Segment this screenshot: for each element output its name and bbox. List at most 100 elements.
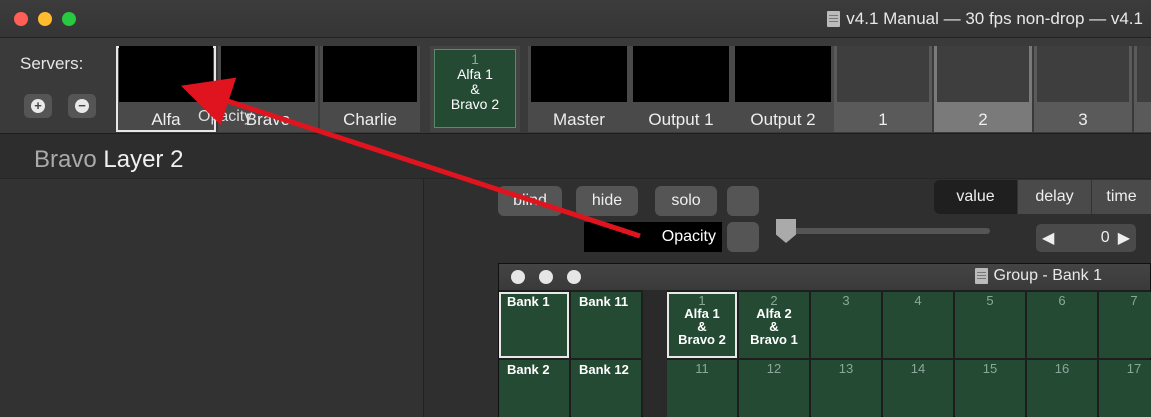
group-window-titlebar: Group - Bank 1 [499, 264, 1150, 290]
cue-number: 3 [1078, 110, 1088, 129]
group-line: Alfa 1 [457, 66, 493, 82]
bank-separator [643, 290, 667, 417]
group-window: Group - Bank 1 Bank 1 Bank 11 Bank 2 Ban… [498, 263, 1151, 417]
group-cell-number: 17 [1126, 361, 1142, 376]
group-tile-content: 1 Alfa 1 & Bravo 2 [434, 49, 516, 128]
stepper-value: 0 [1100, 229, 1110, 246]
dragged-parameter-label: Opacity [198, 108, 253, 125]
group-window-minimize-button[interactable] [539, 270, 553, 284]
server-thumbnail [119, 46, 213, 102]
window-title: v4.1 Manual — 30 fps non-drop — v4.1 [827, 9, 1143, 29]
group-cell[interactable]: 13 [811, 360, 881, 417]
decrement-icon[interactable]: ◀ [1042, 228, 1054, 248]
server-thumbnail [221, 46, 315, 102]
group-cell-label: Bravo 1 [750, 332, 798, 347]
bank-12[interactable]: Bank 12 [571, 360, 641, 417]
server-thumbnail [323, 46, 417, 102]
remove-server-button[interactable]: − [68, 94, 96, 118]
group-cell[interactable]: 16 [1027, 360, 1097, 417]
window-title-text: v4.1 Manual — 30 fps non-drop — v4.1 [846, 9, 1143, 28]
group-cell[interactable]: 14 [883, 360, 953, 417]
blind-button[interactable]: blind [498, 186, 562, 216]
bank-2[interactable]: Bank 2 [499, 360, 569, 417]
cue-thumbnail [837, 46, 929, 102]
output-tile-master[interactable]: Master [528, 46, 630, 132]
group-cell[interactable]: 12 [739, 360, 809, 417]
group-cell[interactable]: 2 Alfa 2 & Bravo 1 [739, 292, 809, 358]
group-tile[interactable]: 1 Alfa 1 & Bravo 2 [430, 46, 520, 132]
cue-tile-3[interactable]: 3 [1034, 46, 1132, 132]
group-cell-number: 15 [982, 361, 998, 376]
parameter-toggle[interactable] [727, 222, 759, 252]
minimize-window-button[interactable] [38, 12, 52, 26]
group-line: Bravo 2 [450, 96, 500, 112]
output-tile-2[interactable]: Output 2 [732, 46, 834, 132]
add-server-button[interactable]: + [24, 94, 52, 118]
group-cell-number: 6 [1058, 293, 1066, 308]
group-cell-number: 7 [1130, 293, 1138, 308]
cue-number: 2 [978, 110, 988, 129]
parameter-field[interactable]: Opacity [584, 222, 722, 252]
tab-delay[interactable]: delay [1018, 180, 1092, 214]
document-icon [827, 11, 841, 27]
group-number: 1 [471, 51, 479, 67]
value-stepper[interactable]: ◀ 0 ▶ [1036, 224, 1136, 252]
left-panel [0, 178, 424, 417]
group-cell-number: 12 [766, 361, 782, 376]
tab-time[interactable]: time [1092, 180, 1151, 214]
layer-server-name: Bravo [34, 146, 97, 173]
group-window-zoom-button[interactable] [567, 270, 581, 284]
group-cell-number: 14 [910, 361, 926, 376]
group-cell[interactable]: 3 [811, 292, 881, 358]
output-tile-1[interactable]: Output 1 [630, 46, 732, 132]
extra-toggle-button[interactable] [727, 186, 759, 216]
layer-name: Layer 2 [103, 146, 184, 173]
tab-value[interactable]: value [934, 180, 1018, 214]
cue-tile-2[interactable]: 2 [934, 46, 1032, 132]
output-thumbnail [633, 46, 729, 102]
group-window-title: Group - Bank 1 [974, 267, 1103, 285]
cue-tile-1[interactable]: 1 [834, 46, 932, 132]
server-name: Charlie [343, 110, 397, 129]
minus-icon: − [75, 99, 89, 113]
group-cell[interactable]: 15 [955, 360, 1025, 417]
group-cell[interactable]: 6 [1027, 292, 1097, 358]
group-cell[interactable]: 11 [667, 360, 737, 417]
document-icon [974, 268, 988, 284]
cue-number: 1 [878, 110, 888, 129]
group-cell[interactable]: 4 [883, 292, 953, 358]
group-window-title-text: Group - Bank 1 [993, 267, 1103, 284]
zoom-window-button[interactable] [62, 12, 76, 26]
output-name: Output 1 [648, 110, 714, 129]
group-cell[interactable]: 5 [955, 292, 1025, 358]
cue-thumbnail [937, 46, 1029, 102]
app-root: v4.1 Manual — 30 fps non-drop — v4.1 Ser… [0, 0, 1151, 417]
server-tile-charlie[interactable]: Charlie [320, 46, 420, 132]
group-cell[interactable]: 1 Alfa 1 & Bravo 2 [667, 292, 737, 358]
hide-button[interactable]: hide [576, 186, 638, 216]
solo-button[interactable]: solo [655, 186, 717, 216]
group-cell-number: 4 [914, 293, 922, 308]
bank-11[interactable]: Bank 11 [571, 292, 641, 358]
bank-1[interactable]: Bank 1 [499, 292, 569, 358]
servers-label: Servers: [20, 54, 84, 73]
output-thumbnail [735, 46, 831, 102]
cue-thumbnail [1137, 46, 1151, 102]
increment-icon[interactable]: ▶ [1118, 228, 1130, 248]
title-bar: v4.1 Manual — 30 fps non-drop — v4.1 [0, 0, 1151, 38]
group-cell[interactable]: 7 [1099, 292, 1151, 358]
output-thumbnail [531, 46, 627, 102]
plus-icon: + [31, 99, 45, 113]
group-cell-number: 5 [986, 293, 994, 308]
close-window-button[interactable] [14, 12, 28, 26]
layer-title: Bravo Layer 2 [34, 146, 183, 174]
parameter-slider-track[interactable] [790, 228, 990, 234]
group-line: & [470, 81, 480, 97]
group-cell-number: 13 [838, 361, 854, 376]
group-window-close-button[interactable] [511, 270, 525, 284]
group-cell[interactable]: 17 [1099, 360, 1151, 417]
cue-tile-partial[interactable] [1134, 46, 1151, 132]
server-bar: Servers: + − Alfa Bravo Charlie 1 Alfa 1… [0, 38, 1151, 134]
cue-thumbnail [1037, 46, 1129, 102]
group-cell-number: 16 [1054, 361, 1070, 376]
